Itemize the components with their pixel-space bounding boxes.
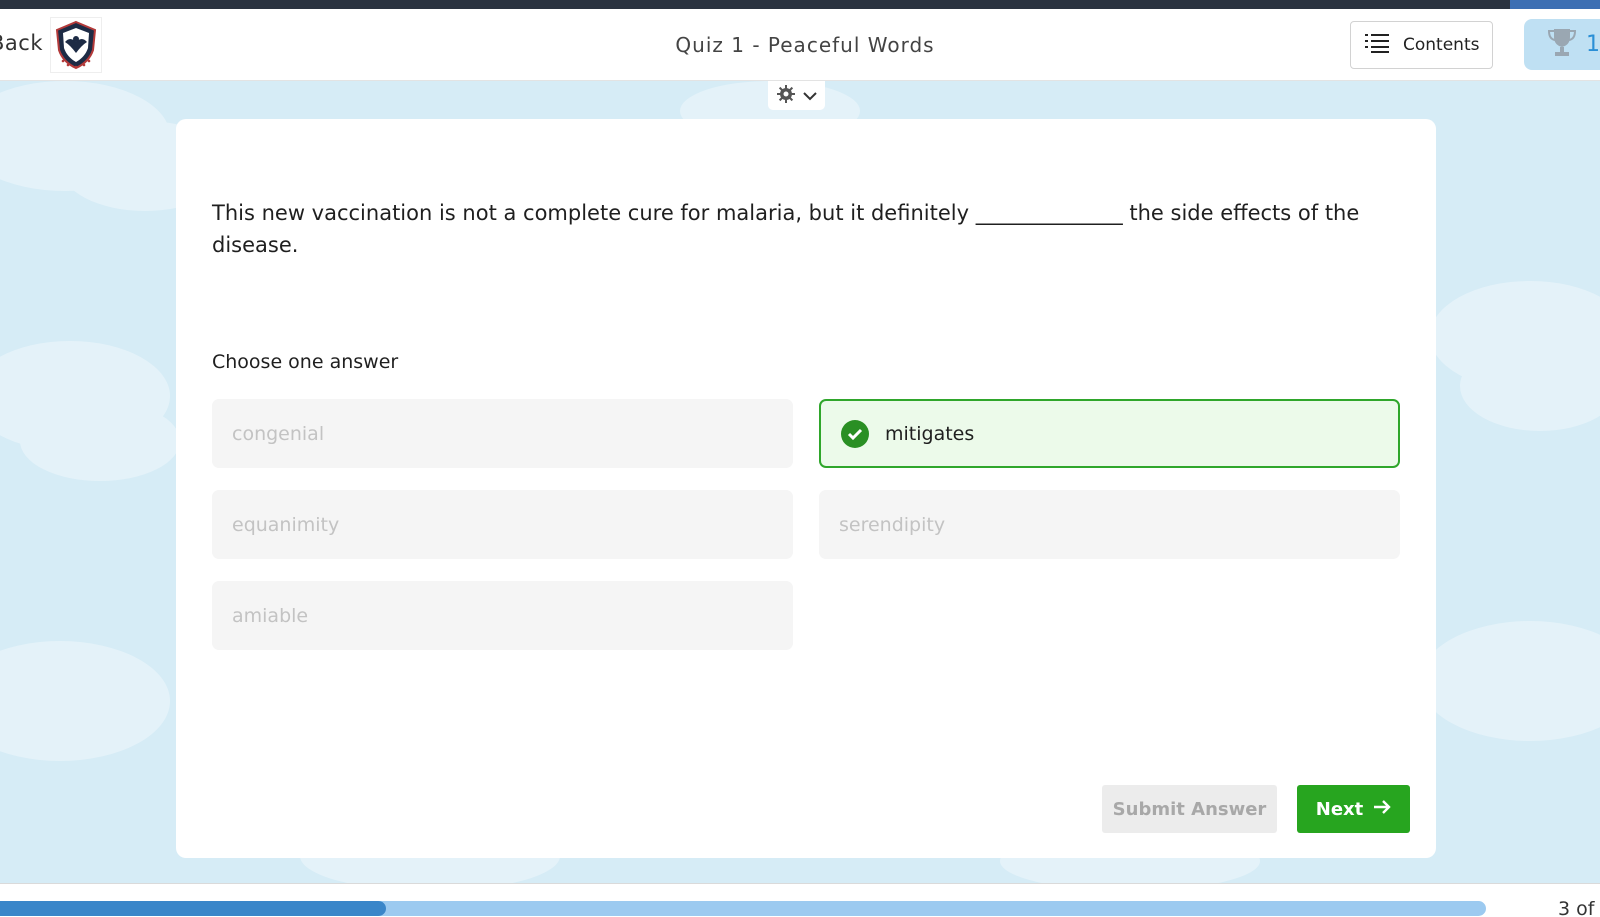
arrow-right-icon xyxy=(1373,799,1391,820)
trophy-icon xyxy=(1547,27,1577,63)
progress-fill xyxy=(0,901,387,916)
contents-button[interactable]: Contents xyxy=(1350,21,1493,69)
next-button[interactable]: Next xyxy=(1297,785,1410,833)
question-text: This new vaccination is not a complete c… xyxy=(212,201,1360,257)
option-label: equanimity xyxy=(232,513,340,536)
header-bar: Back Quiz 1 - Peaceful Words Contents xyxy=(0,9,1600,81)
settings-dropdown[interactable] xyxy=(768,81,825,110)
chevron-down-icon xyxy=(802,86,817,105)
option-label: congenial xyxy=(232,422,325,445)
option-label: mitigates xyxy=(885,422,975,445)
check-circle-icon xyxy=(841,419,869,448)
top-strip xyxy=(0,0,1600,9)
next-label: Next xyxy=(1315,798,1364,820)
top-strip-accent xyxy=(1510,0,1600,9)
contents-label: Contents xyxy=(1403,35,1480,55)
answer-option-selected[interactable]: mitigates xyxy=(819,399,1400,468)
question-card: This new vaccination is not a complete c… xyxy=(176,119,1436,858)
answer-option[interactable]: equanimity xyxy=(212,490,793,559)
score-value: 1 xyxy=(1586,32,1600,57)
option-label: amiable xyxy=(232,604,309,627)
progress-bar xyxy=(0,901,1486,916)
submit-answer-button[interactable]: Submit Answer xyxy=(1102,785,1277,833)
answer-option[interactable]: amiable xyxy=(212,581,793,650)
progress-label: 3 of xyxy=(1558,898,1595,917)
answer-option[interactable]: serendipity xyxy=(819,490,1400,559)
option-label: serendipity xyxy=(839,513,946,536)
answer-prompt: Choose one answer xyxy=(212,351,399,373)
answer-option[interactable]: congenial xyxy=(212,399,793,468)
list-icon xyxy=(1365,33,1389,58)
footer-bar: 3 of xyxy=(0,883,1600,917)
score-badge[interactable]: 1 xyxy=(1524,19,1600,70)
gear-icon xyxy=(776,84,795,107)
